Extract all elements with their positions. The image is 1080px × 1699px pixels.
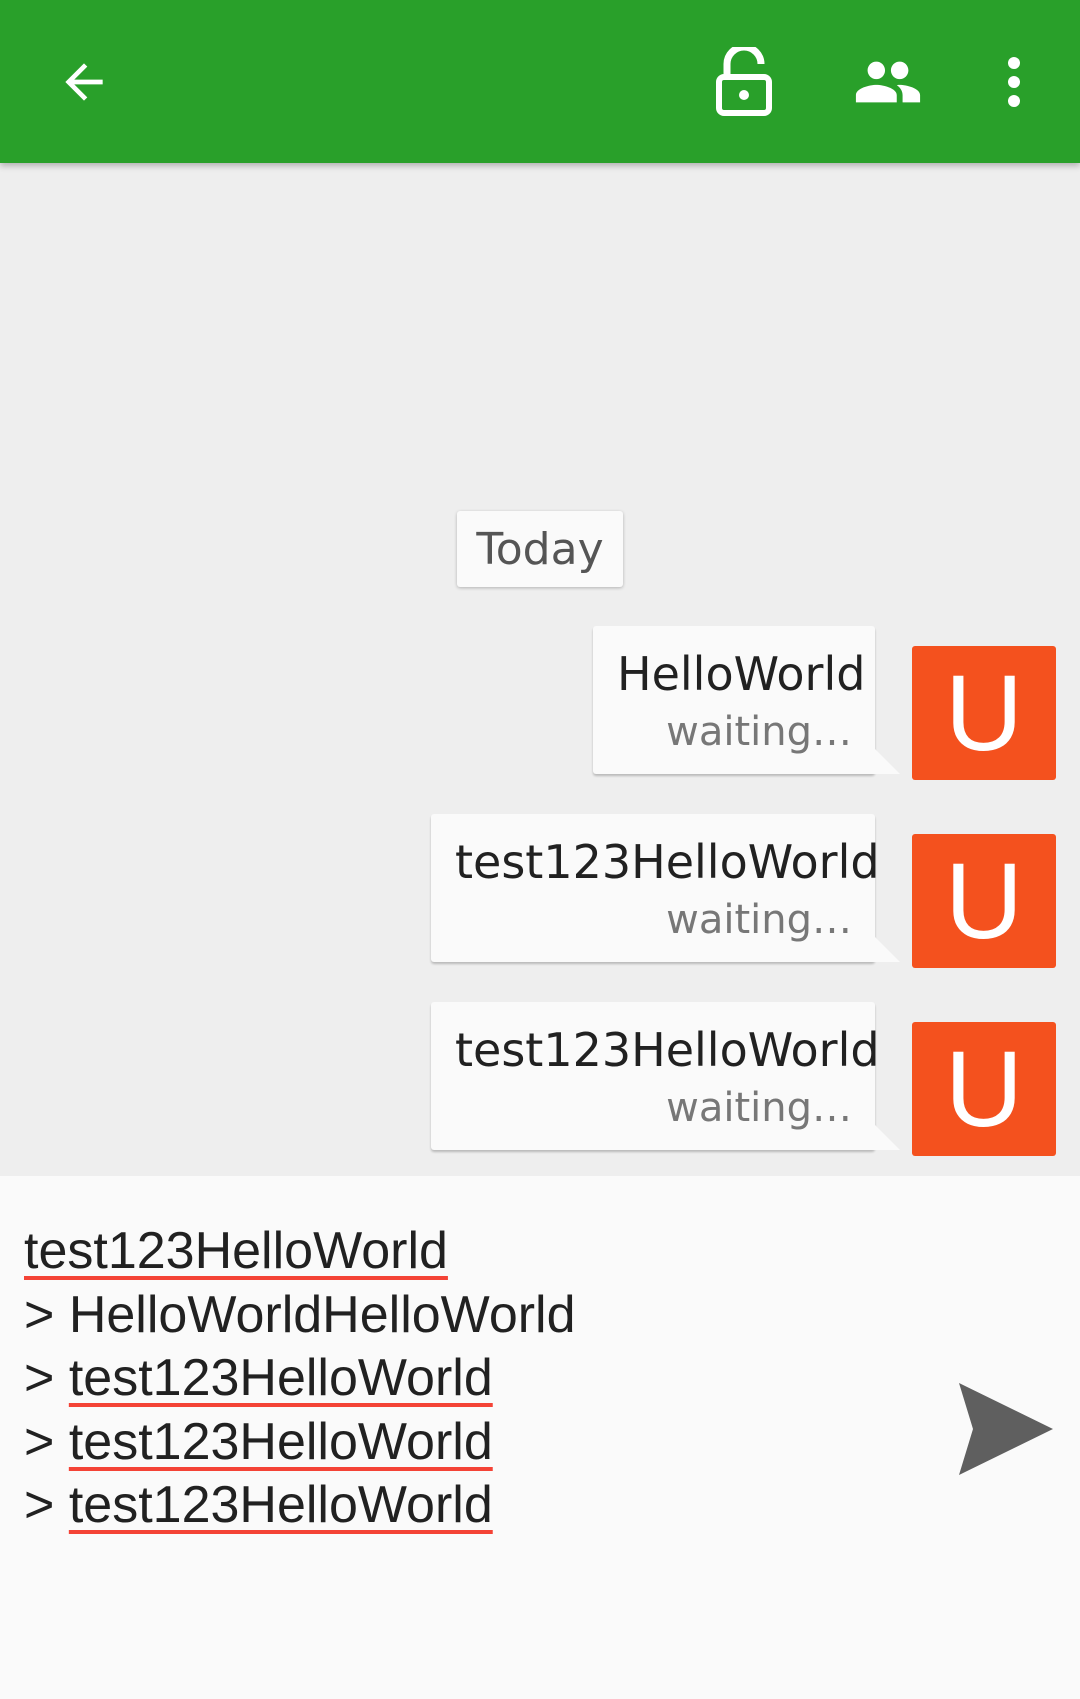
misspelled-word: test123HelloWorld xyxy=(24,1222,448,1280)
misspelled-word: test123HelloWorld xyxy=(68,1476,493,1534)
message-bubble[interactable]: test123HelloWorld waiting… xyxy=(431,814,880,962)
misspelled-word: test123HelloWorld xyxy=(68,1349,493,1407)
lock-open-icon xyxy=(716,47,772,116)
message-text: test123HelloWorld xyxy=(455,835,880,889)
send-button[interactable] xyxy=(950,1374,1060,1484)
compose-line: > test123HelloWorld xyxy=(24,1411,904,1475)
back-button[interactable] xyxy=(32,30,136,134)
message-row[interactable]: HelloWorld waiting… U xyxy=(0,626,1080,786)
people-icon xyxy=(855,61,921,103)
compose-line: > test123HelloWorld xyxy=(24,1347,904,1411)
bubble-tail xyxy=(872,746,900,774)
overflow-menu-button[interactable] xyxy=(962,30,1066,134)
message-row[interactable]: test123HelloWorld waiting… U xyxy=(0,1002,1080,1162)
quote-prefix: > xyxy=(24,1412,69,1471)
quoted-text: HelloWorldHelloWorld xyxy=(68,1285,576,1344)
quote-prefix: > xyxy=(24,1349,69,1407)
message-bubble[interactable]: test123HelloWorld waiting… xyxy=(431,1002,880,1150)
message-status: waiting… xyxy=(666,1085,852,1131)
encryption-button[interactable] xyxy=(692,30,796,134)
compose-line: > test123HelloWorld xyxy=(24,1474,904,1538)
quote-prefix: > xyxy=(24,1285,69,1344)
message-bubble[interactable]: HelloWorld waiting… xyxy=(593,626,875,774)
message-input[interactable]: test123HelloWorld > HelloWorldHelloWorld… xyxy=(24,1220,904,1538)
avatar[interactable]: U xyxy=(912,646,1056,780)
message-status: waiting… xyxy=(666,897,852,943)
bubble-tail xyxy=(872,1122,900,1150)
bubble-tail xyxy=(872,934,900,962)
compose-line: test123HelloWorld xyxy=(24,1220,904,1284)
compose-bar: test123HelloWorld > HelloWorldHelloWorld… xyxy=(0,1176,1080,1699)
message-row[interactable]: test123HelloWorld waiting… U xyxy=(0,814,1080,974)
compose-line: > HelloWorldHelloWorld xyxy=(24,1284,904,1348)
avatar[interactable]: U xyxy=(912,1022,1056,1156)
message-status: waiting… xyxy=(666,709,852,755)
send-icon xyxy=(959,1383,1053,1475)
misspelled-word: test123HelloWorld xyxy=(68,1412,493,1471)
contacts-button[interactable] xyxy=(836,30,940,134)
quote-prefix: > xyxy=(24,1476,69,1534)
avatar[interactable]: U xyxy=(912,834,1056,968)
more-vert-icon xyxy=(1008,57,1020,107)
app-toolbar xyxy=(0,0,1080,163)
message-text: test123HelloWorld xyxy=(455,1023,880,1077)
date-separator: Today xyxy=(457,511,623,587)
arrow-left-icon xyxy=(65,63,103,101)
message-text: HelloWorld xyxy=(617,647,866,701)
message-list[interactable]: Today HelloWorld waiting… U test123Hello… xyxy=(0,163,1080,1176)
